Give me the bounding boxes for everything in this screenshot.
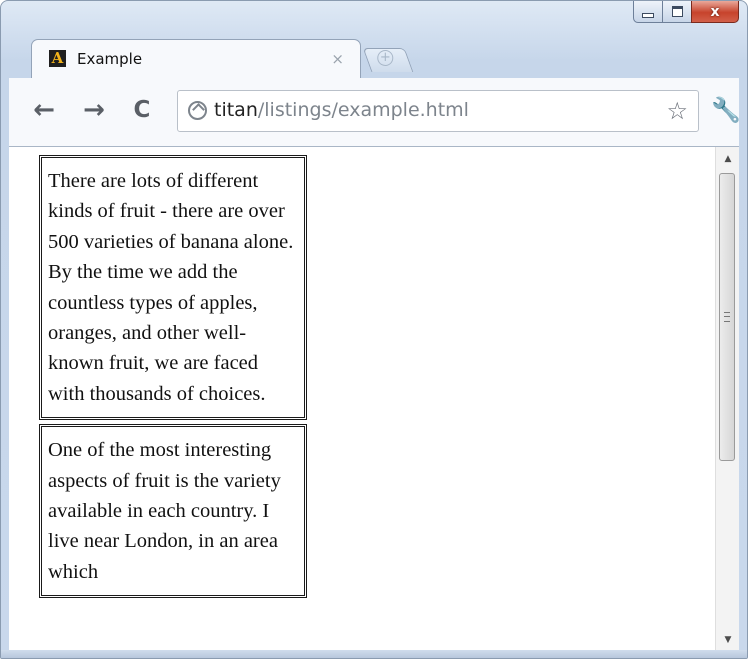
- paragraph-1: There are lots of different kinds of fru…: [39, 155, 307, 421]
- tab-title: Example: [77, 50, 143, 68]
- new-tab-icon: +: [377, 50, 394, 66]
- tab-example[interactable]: A Example ×: [31, 39, 361, 79]
- wrench-icon[interactable]: 🔧: [711, 94, 741, 126]
- address-bar[interactable]: titan/listings/example.html ☆: [177, 90, 699, 132]
- page-content: There are lots of different kinds of fru…: [39, 155, 307, 602]
- favicon-icon: A: [49, 49, 66, 67]
- window-caption-buttons: x: [633, 1, 739, 25]
- bookmark-star-icon[interactable]: ☆: [666, 97, 688, 125]
- scroll-up-arrow-icon[interactable]: ▲: [716, 149, 739, 169]
- browser-toolbar: ← → C titan/listings/example.html ☆ 🔧: [9, 78, 741, 147]
- tab-close-icon[interactable]: ×: [331, 50, 344, 68]
- minimize-button[interactable]: [633, 1, 663, 23]
- url-text[interactable]: titan/listings/example.html: [214, 99, 469, 121]
- scrollbar-thumb[interactable]: [719, 173, 735, 461]
- tab-strip: A Example × +: [31, 39, 451, 79]
- browser-window: x A Example × + ← → C titan/listings/exa…: [0, 0, 748, 659]
- url-path: /listings/example.html: [257, 99, 469, 121]
- window-frame-bottom: [1, 650, 747, 658]
- paragraph-2: One of the most interesting aspects of f…: [39, 424, 307, 599]
- back-icon[interactable]: ←: [31, 94, 57, 126]
- url-host: titan: [214, 99, 258, 121]
- grip-icon: [724, 312, 730, 322]
- new-tab-button[interactable]: +: [362, 48, 414, 72]
- close-window-button[interactable]: x: [691, 1, 739, 23]
- reload-icon[interactable]: C: [129, 94, 155, 126]
- page-viewport: There are lots of different kinds of fru…: [9, 147, 739, 652]
- maximize-button[interactable]: [662, 1, 692, 23]
- close-icon: x: [710, 3, 720, 20]
- vertical-scrollbar[interactable]: ▲ ▼: [715, 147, 739, 652]
- forward-icon[interactable]: →: [81, 94, 107, 126]
- maximize-icon: [671, 6, 683, 17]
- scroll-down-arrow-icon[interactable]: ▼: [716, 630, 739, 650]
- minimize-icon: [642, 12, 654, 18]
- page-info-icon[interactable]: [188, 101, 207, 120]
